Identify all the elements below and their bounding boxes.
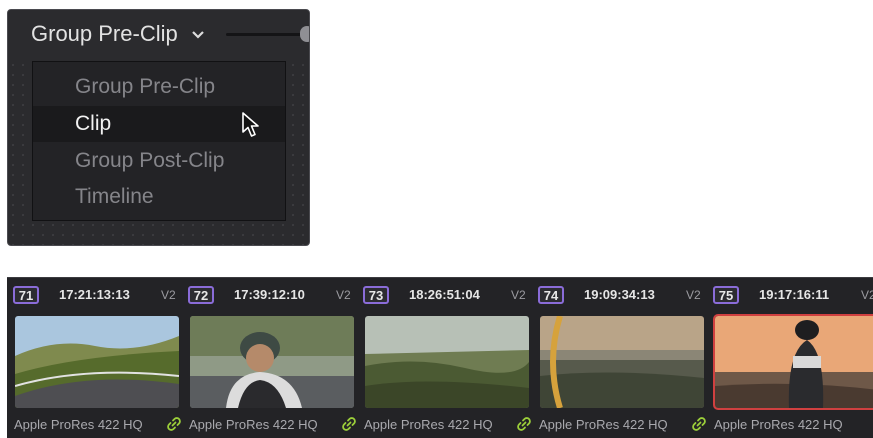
panel-header: Group Pre-Clip [8,10,309,60]
mode-dropdown-menu: Group Pre-Clip Clip Group Post-Clip Time… [32,61,286,221]
clip-73[interactable]: 73 18:26:51:04 V2 Apple ProRes 422 HQ [357,278,531,438]
link-icon [167,417,181,431]
clip-thumbnail[interactable] [365,316,529,408]
clip-codec: Apple ProRes 422 HQ [14,417,143,432]
clip-thumbnail[interactable] [190,316,354,408]
clip-thumbnail[interactable] [713,314,873,410]
clip-number-badge: 73 [363,286,389,304]
menu-item-label: Group Post-Clip [75,149,225,172]
zoom-slider-knob[interactable] [300,26,309,42]
clip-number-badge: 75 [713,286,739,304]
clip-number-badge: 72 [188,286,214,304]
clip-codec: Apple ProRes 422 HQ [714,417,843,432]
chevron-down-icon[interactable] [191,30,205,40]
clip-track: V2 [161,288,176,302]
clip-track: V2 [511,288,526,302]
clip-codec: Apple ProRes 422 HQ [539,417,668,432]
menu-item-timeline[interactable]: Timeline [33,179,285,215]
clip-timecode: 17:21:13:13 [59,287,130,302]
clip-timecode: 17:39:12:10 [234,287,305,302]
mouse-pointer-icon [242,112,259,137]
menu-item-label: Group Pre-Clip [75,75,216,98]
clip-timecode: 18:26:51:04 [409,287,480,302]
menu-item-label: Timeline [75,185,154,208]
clip-74[interactable]: 74 19:09:34:13 V2 Apple ProRes 422 HQ [532,278,706,438]
clip-75[interactable]: 75 19:17:16:11 V2 Apple ProRes 422 HQ [707,278,873,438]
link-icon [342,417,356,431]
zoom-slider-track[interactable] [226,33,309,36]
menu-item-label: Clip [75,112,112,135]
clip-timecode: 19:09:34:13 [584,287,655,302]
clip-track: V2 [686,288,701,302]
menu-item-group-post-clip[interactable]: Group Post-Clip [33,143,285,179]
clip-track: V2 [861,288,873,302]
clip-number-badge: 74 [538,286,564,304]
color-node-mode-panel: Group Pre-Clip Group Pre-Clip Clip Group… [7,9,310,246]
mode-dropdown-label[interactable]: Group Pre-Clip [31,21,178,47]
clip-thumbnail[interactable] [15,316,179,408]
clip-codec: Apple ProRes 422 HQ [189,417,318,432]
link-icon [692,417,706,431]
clip-72[interactable]: 72 17:39:12:10 V2 Apple ProRes 422 HQ [182,278,356,438]
menu-item-clip[interactable]: Clip [33,106,285,142]
clip-timeline-strip: 71 17:21:13:13 V2 Apple ProRes 422 HQ 72… [7,277,873,438]
clip-thumbnail[interactable] [540,316,704,408]
link-icon [517,417,531,431]
clip-codec: Apple ProRes 422 HQ [364,417,493,432]
menu-item-group-pre-clip[interactable]: Group Pre-Clip [33,69,285,105]
clip-timecode: 19:17:16:11 [759,287,830,302]
clip-track: V2 [336,288,351,302]
clip-number-badge: 71 [13,286,39,304]
clip-71[interactable]: 71 17:21:13:13 V2 Apple ProRes 422 HQ [7,278,181,438]
